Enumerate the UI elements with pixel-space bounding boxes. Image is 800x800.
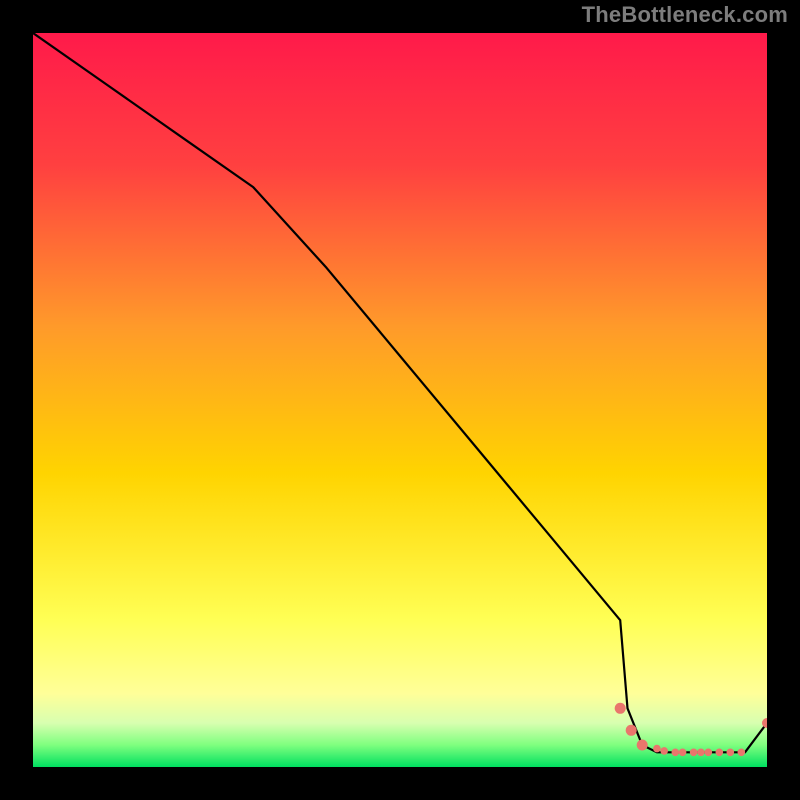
highlight-marker [727,749,735,757]
highlight-marker [615,703,626,714]
highlight-marker [672,749,680,757]
highlight-marker [690,749,698,757]
highlight-marker [660,747,668,755]
plot-area [33,33,767,767]
highlight-marker [637,740,648,751]
highlight-marker [716,749,724,757]
chart-svg [33,33,767,767]
chart-stage: TheBottleneck.com [0,0,800,800]
highlight-marker [738,749,746,757]
highlight-marker [653,745,661,753]
highlight-marker [626,725,637,736]
highlight-marker [705,749,713,757]
highlight-marker [697,749,705,757]
highlight-marker [679,749,687,757]
gradient-background [33,33,767,767]
watermark-text: TheBottleneck.com [582,2,788,28]
